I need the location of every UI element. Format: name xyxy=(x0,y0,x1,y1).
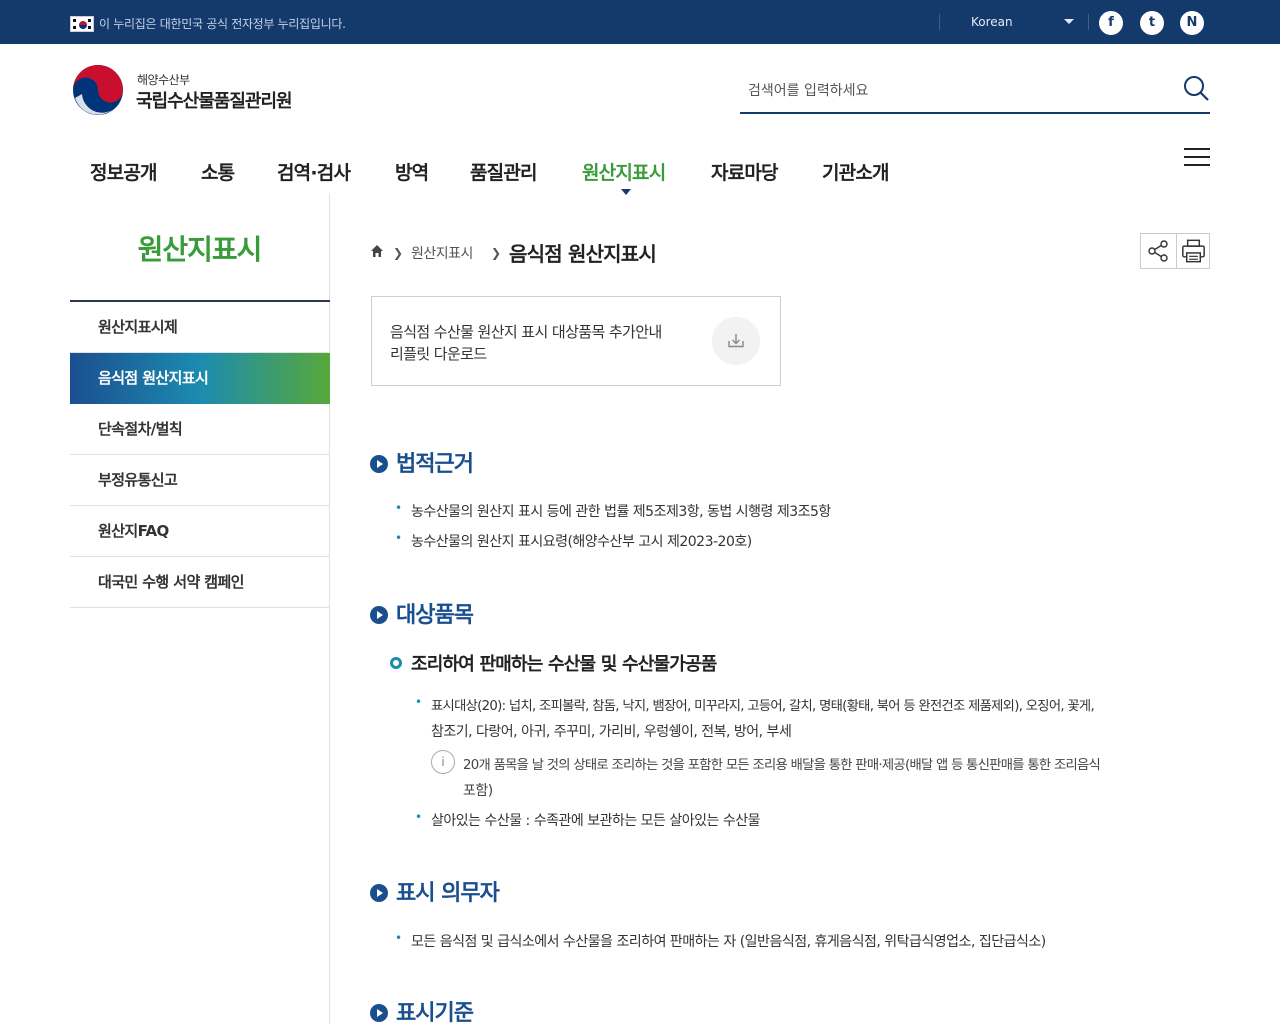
gov-banner: 이 누리집은 대한민국 공식 전자정부 누리집입니다. Korean f t N xyxy=(0,0,1280,44)
divider xyxy=(939,14,940,30)
twitter-icon[interactable]: t xyxy=(1140,11,1164,35)
note-text: 20개 품목을 날 것의 상태로 조리하는 것을 포함한 모든 조리용 배달을 … xyxy=(463,758,1101,773)
sidebar-menu: 원산지표시제 음식점 원산지표시 단속절차/벌칙 부정유통신고 원산지FAQ 대… xyxy=(70,300,330,608)
page-title: 음식점 원산지표시 xyxy=(509,242,657,266)
facebook-icon[interactable]: f xyxy=(1099,11,1123,35)
breadcrumb-parent[interactable]: 원산지표시 xyxy=(411,243,473,263)
play-bullet-icon xyxy=(370,1004,388,1022)
list-item: • 표시대상(20): 넙치, 조피볼락, 참돔, 낙지, 뱀장어, 미꾸라지, … xyxy=(415,695,1095,714)
download-title: 음식점 수산물 원산지 표시 대상품목 추가안내 xyxy=(390,323,662,341)
search-input[interactable] xyxy=(748,78,1168,104)
subsection-title: 조리하여 판매하는 수산물 및 수산물가공품 xyxy=(390,650,717,676)
play-bullet-icon xyxy=(370,606,388,624)
chevron-down-icon[interactable] xyxy=(1064,19,1074,24)
note-text-continuation: 포함) xyxy=(463,783,493,799)
section-title-target: 대상품목 xyxy=(370,597,474,629)
page-tools xyxy=(1140,233,1210,269)
play-bullet-icon xyxy=(370,455,388,473)
naver-blog-icon[interactable]: N xyxy=(1180,11,1204,35)
nav-item-quality[interactable]: 품질관리 xyxy=(470,158,538,185)
print-icon[interactable] xyxy=(1176,234,1210,268)
ring-bullet-icon xyxy=(390,657,402,669)
info-icon: i xyxy=(431,750,455,774)
sidebar-item-restaurant-origin[interactable]: 음식점 원산지표시 xyxy=(70,353,330,404)
nav-item-resources[interactable]: 자료마당 xyxy=(711,158,779,185)
section-title-legal: 법적근거 xyxy=(370,446,474,478)
divider xyxy=(1088,14,1089,30)
sidebar-item-report[interactable]: 부정유통신고 xyxy=(70,455,330,506)
list-item-continuation: 참조기, 다랑어, 아귀, 주꾸미, 가리비, 우렁쉥이, 전복, 방어, 부세 xyxy=(431,724,792,740)
active-pointer-icon xyxy=(621,189,631,195)
nav-item-communication[interactable]: 소통 xyxy=(201,158,235,185)
sidebar-item-campaign[interactable]: 대국민 수행 서약 캠페인 xyxy=(70,557,330,608)
sidebar-item-enforcement[interactable]: 단속절차/벌칙 xyxy=(70,404,330,455)
menu-icon[interactable] xyxy=(1184,146,1210,168)
play-bullet-icon xyxy=(370,884,388,902)
list-item: • 모든 음식점 및 급식소에서 수산물을 조리하여 판매하는 자 (일반음식점,… xyxy=(395,931,1046,950)
chevron-right-icon: ❯ xyxy=(491,246,502,260)
leaflet-download-card[interactable]: 음식점 수산물 원산지 표시 대상품목 추가안내 리플릿 다운로드 xyxy=(371,296,781,386)
chevron-right-icon: ❯ xyxy=(393,246,404,260)
korea-flag-icon xyxy=(70,16,94,32)
list-item: • 농수산물의 원산지 표시 등에 관한 법률 제5조제3항, 동법 시행령 제3… xyxy=(395,501,831,520)
search-box xyxy=(740,70,1210,114)
nav-item-info[interactable]: 정보공개 xyxy=(90,158,158,185)
nav-item-about[interactable]: 기관소개 xyxy=(822,158,890,185)
sidebar-title: 원산지표시 xyxy=(137,233,263,266)
download-subtitle: 리플릿 다운로드 xyxy=(390,345,487,363)
home-icon[interactable] xyxy=(370,244,384,258)
list-item: • 농수산물의 원산지 표시요령(해양수산부 고시 제2023-20호) xyxy=(395,531,752,550)
org-title[interactable]: 국립수산물품질관리원 xyxy=(136,87,293,113)
nav-item-origin[interactable]: 원산지표시 xyxy=(582,158,666,185)
gov-notice: 이 누리집은 대한민국 공식 전자정부 누리집입니다. xyxy=(99,17,346,31)
section-title-standard: 표시기준 xyxy=(370,995,474,1024)
download-icon[interactable] xyxy=(712,317,760,365)
org-ministry: 해양수산부 xyxy=(137,73,190,87)
section-title-duty: 표시 의무자 xyxy=(370,875,500,907)
government-logo-icon[interactable] xyxy=(72,64,124,116)
nav-item-inspection[interactable]: 검역·검사 xyxy=(277,158,351,185)
sidebar-item-origin-system[interactable]: 원산지표시제 xyxy=(70,302,330,353)
language-select[interactable]: Korean xyxy=(971,15,1013,29)
nav-item-quarantine[interactable]: 방역 xyxy=(395,158,429,185)
search-icon[interactable] xyxy=(1182,74,1210,102)
share-icon[interactable] xyxy=(1141,234,1175,268)
list-item: • 살아있는 수산물 : 수족관에 보관하는 모든 살아있는 수산물 xyxy=(415,810,761,829)
sidebar-item-faq[interactable]: 원산지FAQ xyxy=(70,506,330,557)
